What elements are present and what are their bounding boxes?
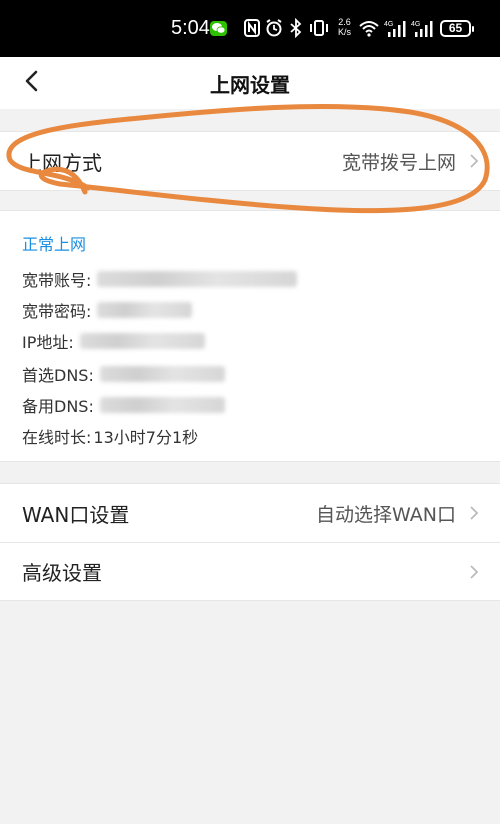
chevron-right-icon [470,154,479,168]
app-header: 上网设置 [0,57,500,109]
4g-signal-icon: 4G [384,21,406,37]
connection-card: 上网方式 宽带拨号上网 [0,131,500,191]
ip-label: IP地址: [22,333,74,352]
bluetooth-icon [290,18,302,38]
vibrate-icon [310,20,328,36]
connection-method-label: 上网方式 [22,150,102,175]
connection-method-row[interactable]: 上网方式 宽带拨号上网 [0,132,500,190]
network-speed: 2.6 K/s [338,17,352,37]
chevron-right-icon [470,565,479,579]
settings-card: WAN口设置 自动选择WAN口 高级设置 [0,483,500,601]
wifi-icon [359,21,379,37]
online-time-label: 在线时长: [22,428,92,447]
ip-value-blurred [79,333,205,349]
svg-text:4G: 4G [384,21,393,28]
status-time: 5:04 [171,17,210,39]
account-line: 宽带账号: [22,267,298,291]
alarm-icon [266,19,282,37]
wan-settings-label: WAN口设置 [22,502,130,527]
status-card: 正常上网 宽带账号: 宽带密码: IP地址: 首选DNS: 备用DNS: 在线时… [0,210,500,462]
connection-method-value: 宽带拨号上网 [341,151,456,174]
password-line: 宽带密码: [22,298,193,322]
advanced-settings-label: 高级设置 [22,561,102,585]
wan-settings-row[interactable]: WAN口设置 自动选择WAN口 [0,484,500,542]
password-label: 宽带密码: [22,302,92,321]
dns2-value-blurred [99,397,225,413]
dns1-label: 首选DNS: [22,366,94,385]
status-bar: 5:04 2.6 K/s 4G 4G 65 [0,0,500,57]
account-value-blurred [97,271,298,287]
battery-indicator: 65 [440,20,474,37]
online-time-value: 13小时7分1秒 [93,428,199,447]
advanced-settings-row[interactable]: 高级设置 [0,542,500,600]
page-title: 上网设置 [210,73,290,97]
dns1-value-blurred [99,366,225,382]
4g-signal-icon: 4G [411,21,433,37]
dns2-label: 备用DNS: [22,397,94,416]
dns2-line: 备用DNS: [22,393,225,417]
password-value-blurred [97,302,193,318]
screen: 5:04 2.6 K/s 4G 4G 65 上网设置 上网方式 宽带拨号上网 正… [0,0,500,824]
svg-text:4G: 4G [411,21,420,28]
online-time-line: 在线时长: 13小时7分1秒 [22,424,198,448]
nfc-icon [244,19,260,37]
chevron-right-icon [470,506,479,520]
wan-settings-value: 自动选择WAN口 [316,503,456,526]
status-title: 正常上网 [22,235,87,254]
wechat-icon [210,21,227,36]
dns1-line: 首选DNS: [22,362,225,386]
account-label: 宽带账号: [22,271,92,290]
ip-line: IP地址: [22,329,205,353]
